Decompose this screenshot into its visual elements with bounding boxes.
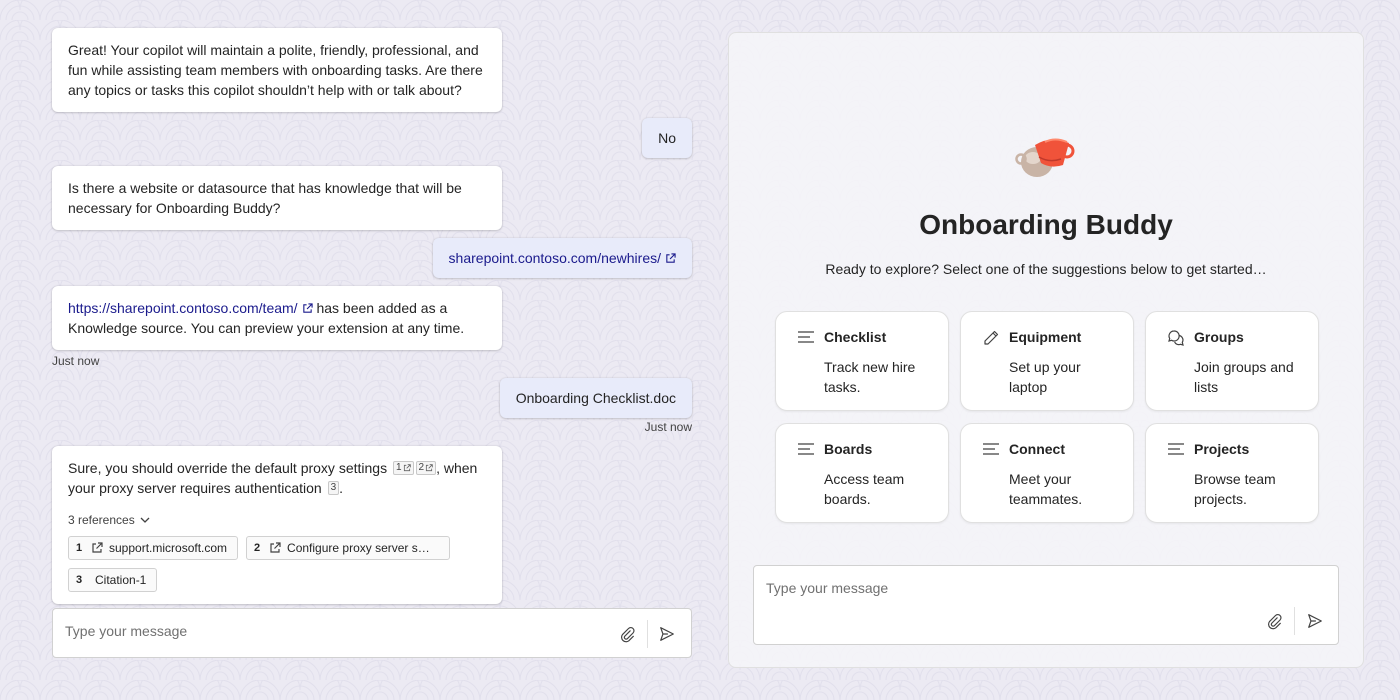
- open-external-icon: [92, 542, 103, 553]
- open-external-icon: [270, 542, 281, 553]
- panel-composer: [753, 565, 1339, 645]
- card-title: Checklist: [824, 329, 887, 345]
- message-input[interactable]: [65, 623, 605, 639]
- text-lines-icon: [1168, 443, 1184, 455]
- open-external-icon: [666, 253, 676, 263]
- message-text: Sure, you should override the default pr…: [68, 460, 391, 476]
- send-button[interactable]: [656, 623, 678, 645]
- card-title: Projects: [1194, 441, 1250, 457]
- card-description: Browse team projects.: [1194, 471, 1276, 507]
- message-text: No: [658, 130, 676, 146]
- open-external-icon: [403, 464, 411, 472]
- reference-chip-3[interactable]: 3 Citation-1: [68, 568, 158, 592]
- message-text: .: [339, 480, 344, 496]
- message-text: Onboarding Checklist.doc: [515, 390, 676, 406]
- card-title: Equipment: [1009, 329, 1082, 345]
- message-text: Great! Your copilot will maintain a poli…: [68, 42, 483, 98]
- suggestion-card-checklist[interactable]: Checklist Track new hire tasks.: [775, 311, 949, 411]
- reference-label: Citation-1: [95, 573, 147, 587]
- chat-composer: [52, 608, 692, 658]
- paperclip-icon: [621, 627, 635, 643]
- bot-message: Is there a website or datasource that ha…: [52, 166, 502, 230]
- panel-title: Onboarding Buddy: [919, 209, 1173, 240]
- newhires-link[interactable]: sharepoint.contoso.com/newhires/: [449, 250, 676, 266]
- user-message: sharepoint.contoso.com/newhires/: [432, 238, 692, 278]
- reference-chip-2[interactable]: 2 Configure proxy server s…: [246, 536, 451, 560]
- card-description: Join groups and lists: [1194, 359, 1294, 395]
- citation-1[interactable]: 1: [392, 461, 414, 475]
- onboarding-buddy-logo: [1015, 138, 1075, 177]
- message-timestamp: Just now: [52, 354, 100, 368]
- card-description: Meet your teammates.: [1009, 471, 1083, 507]
- suggestion-card-connect[interactable]: Connect Meet your teammates.: [960, 423, 1134, 523]
- reference-chip-1[interactable]: 1 support.microsoft.com: [68, 536, 239, 560]
- message-input[interactable]: [766, 580, 1306, 596]
- composer-divider: [647, 620, 648, 648]
- paperclip-icon: [1268, 614, 1282, 630]
- team-link[interactable]: https://sharepoint.contoso.com/team/: [68, 300, 313, 316]
- bot-message-with-citations: Sure, you should override the default pr…: [52, 446, 502, 604]
- references-list: 3 Citation-1: [68, 568, 486, 592]
- send-button[interactable]: [1304, 610, 1326, 632]
- text-lines-icon: [798, 443, 814, 455]
- reference-number: 2: [253, 542, 261, 554]
- citation-number: 1: [395, 462, 402, 473]
- link-text: https://sharepoint.contoso.com/team/: [68, 300, 298, 316]
- composer-divider: [1294, 607, 1295, 635]
- citation-3[interactable]: 3: [327, 481, 340, 495]
- card-title: Connect: [1009, 441, 1065, 457]
- user-message: No: [642, 118, 692, 158]
- suggestion-card-equipment[interactable]: Equipment Set up your laptop: [960, 311, 1134, 411]
- attach-button[interactable]: [1263, 610, 1285, 632]
- user-message: Onboarding Checklist.doc: [499, 378, 692, 418]
- chat-pane: Great! Your copilot will maintain a poli…: [52, 0, 692, 700]
- references-toggle[interactable]: 3 references: [68, 510, 486, 530]
- references-list: 1 support.microsoft.com 2 Configure prox…: [68, 536, 486, 560]
- panel-subtitle: Ready to explore? Select one of the sugg…: [825, 261, 1267, 277]
- message-body: Sure, you should override the default pr…: [68, 458, 486, 498]
- bot-message: https://sharepoint.contoso.com/team/ has…: [52, 286, 502, 350]
- reference-label: support.microsoft.com: [109, 541, 228, 555]
- card-description: Access team boards.: [824, 471, 905, 507]
- suggestion-card-projects[interactable]: Projects Browse team projects.: [1145, 423, 1319, 523]
- card-title: Boards: [824, 441, 873, 457]
- attach-button[interactable]: [616, 623, 638, 645]
- bot-message: Great! Your copilot will maintain a poli…: [52, 28, 502, 112]
- card-description: Set up your laptop: [1009, 359, 1081, 395]
- message-timestamp: Just now: [644, 420, 692, 434]
- card-title: Groups: [1194, 329, 1244, 345]
- preview-panel: Onboarding Buddy Ready to explore? Selec…: [728, 32, 1364, 668]
- open-external-icon: [426, 464, 433, 472]
- pencil-icon: [984, 330, 999, 345]
- citation-2[interactable]: 2: [415, 461, 437, 475]
- chevron-down-icon: [140, 517, 150, 523]
- citation-number: 2: [418, 462, 425, 473]
- send-icon: [660, 627, 674, 641]
- send-icon: [1308, 614, 1322, 628]
- message-text: Is there a website or datasource that ha…: [68, 180, 462, 216]
- text-lines-icon: [798, 331, 814, 343]
- suggestion-card-groups[interactable]: Groups Join groups and lists: [1145, 311, 1319, 411]
- chat-bubbles-icon: [1168, 330, 1184, 346]
- suggestion-card-boards[interactable]: Boards Access team boards.: [775, 423, 949, 523]
- reference-number: 1: [75, 542, 83, 554]
- text-lines-icon: [983, 443, 999, 455]
- references-label: 3 references: [68, 513, 135, 527]
- card-description: Track new hire tasks.: [824, 359, 916, 395]
- link-text: sharepoint.contoso.com/newhires/: [448, 250, 661, 266]
- reference-number: 3: [75, 574, 83, 586]
- citation-number: 3: [330, 482, 337, 493]
- reference-label: Configure proxy server s…: [287, 541, 430, 555]
- open-external-icon: [302, 303, 313, 313]
